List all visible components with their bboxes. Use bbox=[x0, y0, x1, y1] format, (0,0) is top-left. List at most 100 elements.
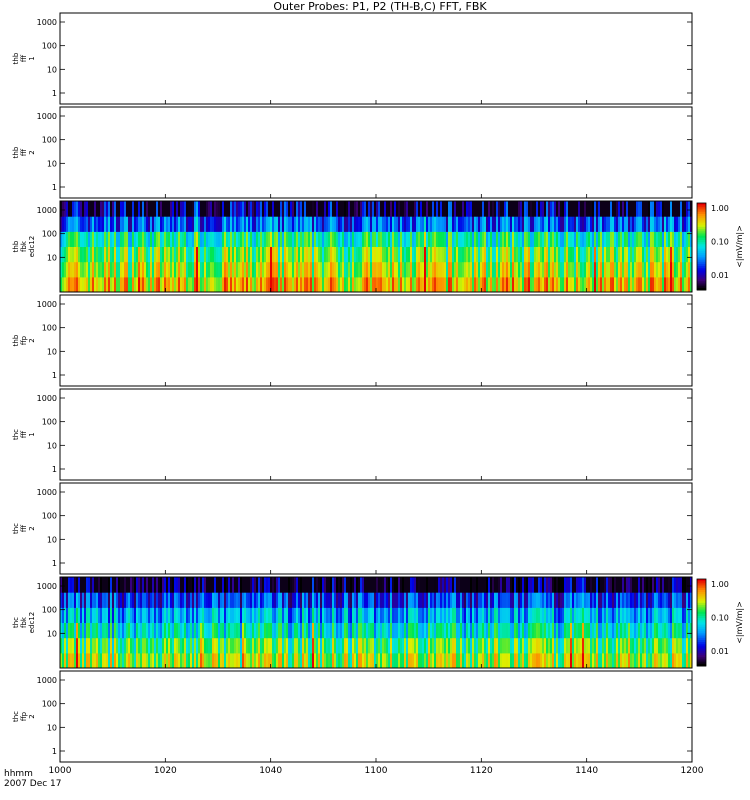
date-label: 2007 Dec 17 bbox=[4, 779, 62, 789]
panel-thb-fbk-edc12: 1.00 0.10 0.01 <|mV/m|> 1000 100 10 thb fbk edc12 bbox=[12, 200, 744, 293]
x-tick-label: 1120 bbox=[470, 766, 493, 776]
y-tick-label: 10 bbox=[47, 253, 57, 262]
panel-stack: 1000100101thb fff 11000100101thb fff 21.000.… bbox=[12, 12, 744, 763]
panel-label: thc fff 2 bbox=[12, 523, 36, 534]
panel-label-line: fff bbox=[20, 148, 28, 156]
panel-label-line: 1 bbox=[28, 432, 36, 436]
y-tick-label: 100 bbox=[42, 512, 57, 521]
panel-thb-fff-2: 1000 100 10 1 thb fff 2 bbox=[12, 106, 693, 199]
y-tick-label: 1000 bbox=[37, 676, 57, 685]
x-tick-label: 1000 bbox=[49, 766, 72, 776]
time-axis-label: hhmm bbox=[4, 769, 33, 779]
panel-label-line: ffp bbox=[20, 335, 28, 345]
panel-label-line: fbk bbox=[20, 616, 28, 628]
panel-thb-ffp-2: 1000 100 10 1 thb ffp 2 bbox=[12, 294, 693, 387]
panel-label-line: fbk bbox=[20, 240, 28, 252]
y-tick-label: 10 bbox=[47, 441, 57, 450]
y-tick-label: 1 bbox=[52, 747, 57, 756]
y-tick-label: 10 bbox=[47, 347, 57, 356]
panel-thc-fff-2: 1000 100 10 1 thc fff 2 bbox=[12, 482, 693, 575]
colorbar-tick-label: 1.00 bbox=[711, 580, 729, 589]
y-tick-label: 10 bbox=[47, 629, 57, 638]
y-tick-label: 1000 bbox=[37, 206, 57, 215]
colorbar-label: <|mV/m|> bbox=[735, 601, 744, 644]
panel-label-line: edc12 bbox=[28, 236, 36, 258]
x-tick-label: 1020 bbox=[154, 766, 177, 776]
panel-label: thb fff 1 bbox=[12, 52, 36, 64]
y-tick-label: 1 bbox=[52, 89, 57, 98]
y-tick-label: 1000 bbox=[37, 582, 57, 591]
y-tick-label: 100 bbox=[42, 606, 57, 615]
panel-label-line: fff bbox=[20, 430, 28, 438]
spectrogram-thc-fbk-edc12 bbox=[60, 577, 692, 669]
y-tick-label: 10 bbox=[47, 65, 57, 74]
y-tick-label: 100 bbox=[42, 42, 57, 51]
y-tick-label: 100 bbox=[42, 324, 57, 333]
colorbar-thb-fbk-edc12: 1.00 0.10 0.01 <|mV/m|> bbox=[696, 202, 744, 291]
colorbar-label: <|mV/m|> bbox=[735, 225, 744, 268]
colorbar-tick-label: 0.10 bbox=[711, 238, 729, 247]
panel-label: thc fff 1 bbox=[12, 429, 36, 440]
y-tick-label: 1 bbox=[52, 183, 57, 192]
y-tick-label: 1 bbox=[52, 371, 57, 380]
panel-label-line: edc12 bbox=[28, 612, 36, 634]
y-tick-label: 10 bbox=[47, 535, 57, 544]
y-tick-label: 100 bbox=[42, 136, 57, 145]
panel-label-line: thc bbox=[12, 429, 20, 440]
y-tick-label: 100 bbox=[42, 418, 57, 427]
y-tick-label: 100 bbox=[42, 700, 57, 709]
y-tick-label: 10 bbox=[47, 159, 57, 168]
x-tick-label: 1200 bbox=[681, 766, 704, 776]
panel-label-line: thb bbox=[12, 240, 20, 252]
colorbar-thc-fbk-edc12: 1.00 0.10 0.01 <|mV/m|> bbox=[696, 578, 744, 667]
panel-thb-fff-1: 1000100101thb fff 1 bbox=[12, 12, 693, 105]
colorbar-tick-label: 0.01 bbox=[711, 271, 729, 280]
y-tick-label: 1000 bbox=[37, 18, 57, 27]
y-tick-label: 1000 bbox=[37, 488, 57, 497]
panel-frame bbox=[59, 12, 693, 105]
panel-label: thb fff 2 bbox=[12, 146, 36, 158]
panel-frame bbox=[59, 106, 693, 199]
panel-label-line: thc bbox=[12, 523, 20, 534]
y-tick-label: 1 bbox=[52, 559, 57, 568]
panel-label-line: 2 bbox=[28, 150, 36, 154]
y-tick-label: 1000 bbox=[37, 300, 57, 309]
y-tick-label: 1 bbox=[52, 465, 57, 474]
y-tick-label: 100 bbox=[42, 230, 57, 239]
panel-label-line: fff bbox=[20, 524, 28, 532]
spectrogram-figure: Outer Probes: P1, P2 (TH-B,C) FFT, FBK 1… bbox=[4, 0, 744, 789]
panel-thc-fff-1: 1000100101thc fff 1 bbox=[12, 388, 693, 481]
figure-title: Outer Probes: P1, P2 (TH-B,C) FFT, FBK bbox=[273, 0, 487, 13]
panel-label-line: 2 bbox=[28, 714, 36, 718]
panel-label-line: thc bbox=[12, 711, 20, 722]
panel-frame bbox=[59, 388, 693, 481]
colorbar-tick-label: 1.00 bbox=[711, 204, 729, 213]
colorbar-tick-label: 0.10 bbox=[711, 614, 729, 623]
y-tick-label: 1000 bbox=[37, 112, 57, 121]
panel-label-line: 1 bbox=[28, 56, 36, 60]
panel-frame bbox=[59, 294, 693, 387]
y-tick-label: 10 bbox=[47, 723, 57, 732]
panel-label-line: thc bbox=[12, 617, 20, 628]
panel-label-line: thb bbox=[12, 52, 20, 64]
x-tick-label: 1040 bbox=[259, 766, 282, 776]
colorbar-tick-label: 0.01 bbox=[711, 647, 729, 656]
panel-label-line: thb bbox=[12, 146, 20, 158]
panel-label: thc ffp 2 bbox=[12, 711, 36, 722]
x-tick-label: 1140 bbox=[575, 766, 598, 776]
panel-label-line: 2 bbox=[28, 338, 36, 342]
panel-frame bbox=[59, 670, 693, 763]
panel-label-line: thb bbox=[12, 334, 20, 346]
spectrogram-thb-fbk-edc12 bbox=[60, 201, 692, 293]
y-tick-label: 1000 bbox=[37, 394, 57, 403]
panel-frame bbox=[59, 482, 693, 575]
panel-label: thb ffp 2 bbox=[12, 334, 36, 346]
panel-label: thb fbk edc12 bbox=[12, 236, 36, 258]
panel-thc-ffp-2: 1000 100 10 1 thc ffp 2 bbox=[12, 670, 693, 763]
panel-label-line: ffp bbox=[20, 711, 28, 721]
panel-label-line: fff bbox=[20, 54, 28, 62]
panel-thc-fbk-edc12: 1.00 0.10 0.01 <|mV/m|> 1000 100 10 thc fbk edc12 bbox=[12, 576, 744, 669]
x-tick-label: 1100 bbox=[365, 766, 388, 776]
panel-label: thc fbk edc12 bbox=[12, 612, 36, 634]
panel-label-line: 2 bbox=[28, 526, 36, 530]
